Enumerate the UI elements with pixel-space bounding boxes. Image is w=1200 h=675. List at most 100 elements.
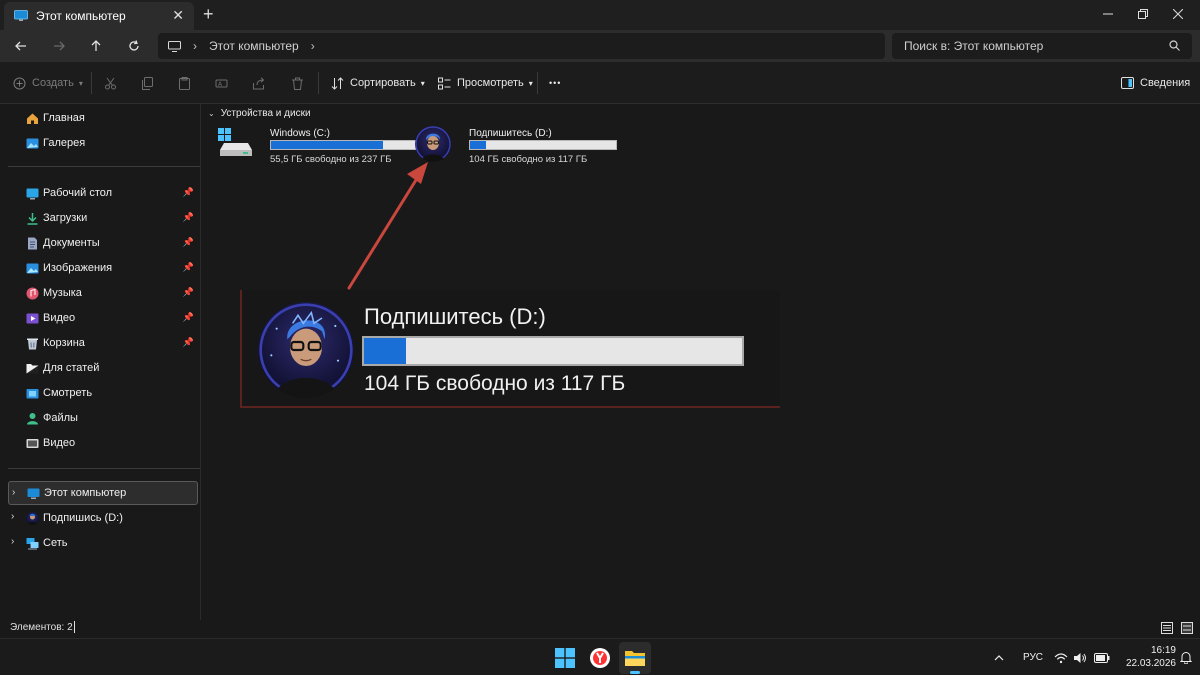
language-indicator[interactable]: РУС <box>1023 639 1043 675</box>
chevron-down-icon: ▾ <box>78 78 83 88</box>
desktop-icon <box>26 187 39 200</box>
sidebar-item-downloads[interactable]: Загрузки 📌 <box>8 206 198 230</box>
notifications-button[interactable] <box>1180 639 1192 675</box>
start-button[interactable] <box>549 642 581 674</box>
sidebar-item-label: Изображения <box>43 262 113 274</box>
file-explorer-taskbar-button[interactable] <box>619 642 651 674</box>
sidebar-item-home[interactable]: Главная <box>8 106 198 130</box>
close-window-button[interactable] <box>1156 0 1200 28</box>
battery-tray-button[interactable] <box>1094 639 1110 675</box>
address-bar[interactable]: › Этот компьютер › <box>158 33 885 59</box>
user-folder-icon <box>26 412 39 425</box>
video-icon <box>26 312 39 325</box>
copy-icon <box>142 76 153 90</box>
chevron-down-icon: ▾ <box>420 78 425 88</box>
sidebar-item-documents[interactable]: Документы 📌 <box>8 231 198 255</box>
cut-button[interactable] <box>104 73 117 93</box>
network-tray-button[interactable] <box>1054 639 1068 675</box>
sidebar-item-pictures[interactable]: Изображения 📌 <box>8 256 198 280</box>
plus-circle-icon <box>13 77 26 89</box>
pin-icon[interactable]: 📌 <box>183 312 194 323</box>
search-icon[interactable] <box>1169 40 1180 51</box>
sidebar-item-watch[interactable]: Смотреть <box>8 381 198 405</box>
up-button[interactable] <box>83 34 109 58</box>
sidebar-item-label: Музыка <box>43 287 82 299</box>
divider <box>318 72 319 94</box>
view-label: Просмотреть <box>457 77 524 89</box>
sidebar-item-network[interactable]: › Сеть <box>8 531 198 555</box>
zoom-callout: Подпишитесь (D:) 104 ГБ свободно из 117 … <box>240 290 780 408</box>
breadcrumb-this-pc[interactable]: Этот компьютер <box>209 39 299 53</box>
share-button[interactable] <box>252 73 265 93</box>
volume-tray-button[interactable] <box>1073 639 1087 675</box>
details-view-icon[interactable] <box>1161 622 1173 634</box>
arrow-left-icon <box>15 41 26 51</box>
drive-name: Windows (C:) <box>270 128 331 139</box>
search-box[interactable] <box>892 33 1192 59</box>
sort-button[interactable]: Сортировать ▾ <box>331 73 425 93</box>
sidebar-item-this-pc[interactable]: › Этот компьютер <box>8 481 198 505</box>
more-options-button[interactable]: ••• <box>549 73 561 93</box>
drive-usage-fill <box>271 141 383 149</box>
documents-icon <box>26 237 39 250</box>
sidebar-item-music[interactable]: Музыка 📌 <box>8 281 198 305</box>
tab-this-pc[interactable]: Этот компьютер ✕ <box>4 2 194 30</box>
pin-icon[interactable]: 📌 <box>183 187 194 198</box>
refresh-button[interactable] <box>121 34 147 58</box>
sidebar-item-gallery[interactable]: Галерея <box>8 131 198 155</box>
rename-icon: A <box>215 79 228 88</box>
close-icon <box>1173 9 1183 19</box>
clock[interactable]: 16:19 22.03.2026 <box>1116 644 1176 670</box>
sidebar-item-video-folder[interactable]: Видео <box>8 431 198 455</box>
callout-avatar-icon <box>258 302 354 398</box>
sidebar-item-files[interactable]: Файлы <box>8 406 198 430</box>
tab-close-icon[interactable]: ✕ <box>172 8 184 22</box>
yandex-browser-icon <box>590 648 610 668</box>
callout-drive-name: Подпишитесь (D:) <box>364 304 546 329</box>
search-input[interactable] <box>904 39 1154 53</box>
pin-icon[interactable]: 📌 <box>183 237 194 248</box>
delete-button[interactable] <box>291 73 304 93</box>
this-pc-icon <box>27 487 40 500</box>
sidebar-item-for-articles[interactable]: Для статей <box>8 356 198 380</box>
group-header-devices[interactable]: ⌄ Устройства и диски <box>208 108 311 119</box>
pin-icon[interactable]: 📌 <box>183 212 194 223</box>
breadcrumb-chevron-icon[interactable]: › <box>311 39 315 53</box>
yandex-browser-taskbar-button[interactable] <box>584 642 616 674</box>
pin-icon[interactable]: 📌 <box>183 262 194 273</box>
chevron-right-icon[interactable]: › <box>11 536 14 547</box>
copy-button[interactable] <box>141 73 154 93</box>
details-button[interactable]: Сведения <box>1121 73 1190 93</box>
rename-button[interactable]: A <box>215 73 228 93</box>
sidebar-item-videos[interactable]: Видео 📌 <box>8 306 198 330</box>
new-tab-button[interactable]: + <box>203 5 214 23</box>
language-label: РУС <box>1023 652 1044 663</box>
drive-usage-bar <box>270 140 418 150</box>
film-folder-icon <box>26 437 39 450</box>
create-button[interactable]: Создать ▾ <box>13 73 83 93</box>
chevron-right-icon[interactable]: › <box>11 511 14 522</box>
pin-icon[interactable]: 📌 <box>183 287 194 298</box>
download-icon <box>26 212 39 225</box>
drive-d-icon <box>26 511 39 525</box>
sidebar-item-drive-d[interactable]: › Подпишись (D:) <box>8 506 198 530</box>
sidebar-item-label: Корзина <box>43 337 85 349</box>
sidebar-item-label: Галерея <box>43 137 86 149</box>
sidebar-divider <box>8 468 200 469</box>
back-button[interactable] <box>8 34 34 58</box>
minimize-icon <box>1103 13 1113 15</box>
sort-label: Сортировать <box>350 77 416 89</box>
view-button[interactable]: Просмотреть ▾ <box>438 73 533 93</box>
sidebar-item-label: Загрузки <box>43 212 88 224</box>
sidebar-item-recycle-bin[interactable]: Корзина 📌 <box>8 331 198 355</box>
forward-button[interactable] <box>46 34 72 58</box>
windows-logo-icon <box>555 648 575 668</box>
annotation-arrow <box>347 162 428 290</box>
pin-icon[interactable]: 📌 <box>183 337 194 348</box>
paste-button[interactable] <box>178 73 191 93</box>
show-hidden-icons-button[interactable] <box>994 639 1004 675</box>
tiles-view-icon[interactable] <box>1181 622 1193 634</box>
sidebar-item-desktop[interactable]: Рабочий стол 📌 <box>8 181 198 205</box>
chevron-right-icon[interactable]: › <box>12 487 15 498</box>
sidebar-item-label: Файлы <box>43 412 78 424</box>
